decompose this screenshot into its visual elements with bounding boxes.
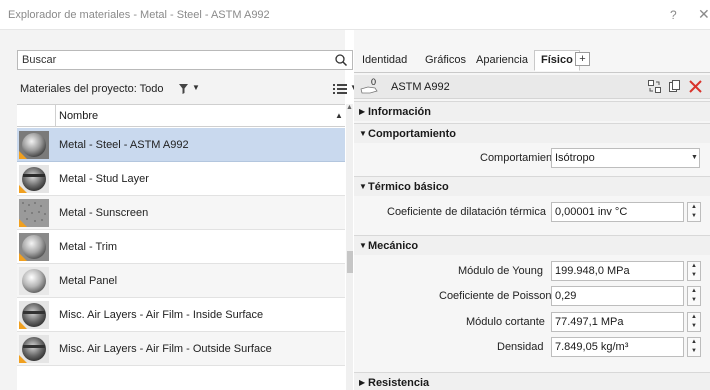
search-placeholder: Buscar <box>22 54 57 66</box>
table-row[interactable]: Misc. Air Layers - Air Film - Outside Su… <box>17 332 345 366</box>
close-button[interactable]: ✕ <box>698 6 710 23</box>
collapse-arrow-icon[interactable]: ▼ <box>359 241 367 250</box>
tab-fisico[interactable]: Físico <box>534 50 580 71</box>
section-title: Térmico básico <box>368 181 449 193</box>
asset-header: 0 ASTM A992 <box>354 75 710 99</box>
title-bar: Explorador de materiales - Metal - Steel… <box>0 0 710 30</box>
cortante-stepper[interactable] <box>687 312 701 332</box>
filter-icon[interactable] <box>179 84 188 94</box>
section-title: Mecánico <box>368 240 419 252</box>
material-name: Misc. Air Layers - Air Film - Outside Su… <box>59 343 272 355</box>
materials-table: Nombre ▲ Metal - Steel - ASTM A992 Metal… <box>17 104 345 390</box>
young-stepper[interactable] <box>687 261 701 281</box>
section-resistencia[interactable]: ▶ Resistencia <box>354 372 710 390</box>
section-title: Comportamiento <box>368 128 456 140</box>
section-title: Resistencia <box>368 377 430 389</box>
asset-version: 0 <box>371 77 377 87</box>
comportamiento-value: Isótropo <box>555 152 595 164</box>
dilatacion-stepper[interactable] <box>687 202 701 222</box>
name-column-header[interactable]: Nombre <box>59 110 98 122</box>
air-film-icon <box>19 301 49 329</box>
material-name: Misc. Air Layers - Air Film - Inside Sur… <box>59 309 264 321</box>
window-title: Explorador de materiales - Metal - Steel… <box>8 9 270 21</box>
table-row[interactable]: Misc. Air Layers - Air Film - Inside Sur… <box>17 298 345 332</box>
material-name: Metal - Trim <box>59 241 118 253</box>
section-comportamiento[interactable]: ▼ Comportamiento <box>354 123 710 143</box>
dilatacion-value: 0,00001 inv °C <box>555 206 628 218</box>
material-name: Metal - Steel - ASTM A992 <box>59 139 189 151</box>
poisson-label: Coeficiente de Poisson <box>439 290 552 302</box>
scroll-up-icon[interactable]: ▲ <box>346 104 353 111</box>
duplicate-asset-icon[interactable] <box>669 80 681 93</box>
comportamiento-select[interactable]: Isótropo ▼ <box>551 148 700 168</box>
search-icon[interactable] <box>334 53 348 67</box>
sunscreen-icon <box>19 199 49 227</box>
material-name: Metal - Stud Layer <box>59 173 149 185</box>
section-mecanico[interactable]: ▼ Mecánico <box>354 235 710 255</box>
cortante-value: 77.497,1 MPa <box>555 316 624 328</box>
asset-name: ASTM A992 <box>391 81 450 93</box>
sphere-panel-icon <box>19 267 49 295</box>
sort-ascending-icon[interactable]: ▲ <box>335 111 343 120</box>
material-name: Metal - Sunscreen <box>59 207 149 219</box>
poisson-input[interactable]: 0,29 <box>551 286 684 306</box>
search-input[interactable]: Buscar <box>17 50 353 70</box>
densidad-input[interactable]: 7.849,05 kg/m³ <box>551 337 684 357</box>
collapse-arrow-icon[interactable]: ▼ <box>359 182 367 191</box>
sphere-trim-icon <box>19 233 49 261</box>
expand-arrow-icon[interactable]: ▶ <box>359 107 365 116</box>
project-materials-filter[interactable]: Materiales del proyecto: Todo ▼ ▼ <box>17 80 358 100</box>
cortante-input[interactable]: 77.497,1 MPa <box>551 312 684 332</box>
materials-scrollbar[interactable]: ▲ <box>346 104 353 390</box>
air-film-icon <box>19 335 49 363</box>
comportamiento-label: Comportamiento <box>480 152 562 164</box>
tab-apariencia[interactable]: Apariencia <box>476 54 528 66</box>
section-termico-basico[interactable]: ▼ Térmico básico <box>354 176 710 196</box>
table-row[interactable]: Metal - Trim <box>17 230 345 264</box>
densidad-value: 7.849,05 kg/m³ <box>555 341 629 353</box>
material-name: Metal Panel <box>59 275 118 287</box>
sphere-steel-icon <box>19 131 49 159</box>
editor-tabs: Identidad Gráficos Apariencia Físico + <box>354 47 710 73</box>
section-informacion[interactable]: ▶ Información <box>354 101 710 121</box>
tab-identidad[interactable]: Identidad <box>362 54 407 66</box>
remove-asset-icon[interactable] <box>689 80 702 93</box>
poisson-value: 0,29 <box>555 290 577 302</box>
table-row[interactable]: Metal - Stud Layer <box>17 162 345 196</box>
chevron-down-icon[interactable]: ▼ <box>192 83 200 92</box>
table-row[interactable]: Metal - Steel - ASTM A992 <box>17 128 345 162</box>
young-label: Módulo de Young <box>458 265 544 277</box>
list-view-icon[interactable] <box>333 83 347 95</box>
collapse-arrow-icon[interactable]: ▼ <box>359 129 367 138</box>
scrollbar-thumb[interactable] <box>347 251 353 273</box>
table-row[interactable]: Metal Panel <box>17 264 345 298</box>
young-value: 199.948,0 MPa <box>555 265 630 277</box>
expand-arrow-icon[interactable]: ▶ <box>359 378 365 387</box>
filter-label: Materiales del proyecto: Todo <box>20 83 164 95</box>
chevron-down-icon[interactable]: ▼ <box>691 154 698 161</box>
table-header: Nombre ▲ <box>17 105 345 127</box>
densidad-stepper[interactable] <box>687 337 701 357</box>
dilatacion-input[interactable]: 0,00001 inv °C <box>551 202 684 222</box>
table-row[interactable]: Metal - Sunscreen <box>17 196 345 230</box>
poisson-stepper[interactable] <box>687 286 701 306</box>
column-separator <box>55 105 56 127</box>
replace-asset-icon[interactable] <box>648 80 661 93</box>
densidad-label: Densidad <box>497 341 544 353</box>
tab-graficos[interactable]: Gráficos <box>425 54 466 66</box>
stud-layer-icon <box>19 165 49 193</box>
section-title: Información <box>368 106 431 118</box>
add-tab-button[interactable]: + <box>575 52 590 66</box>
young-input[interactable]: 199.948,0 MPa <box>551 261 684 281</box>
dilatacion-label: Coeficiente de dilatación térmica <box>387 206 546 218</box>
help-button[interactable]: ? <box>670 8 677 22</box>
cortante-label: Módulo cortante <box>466 316 545 328</box>
